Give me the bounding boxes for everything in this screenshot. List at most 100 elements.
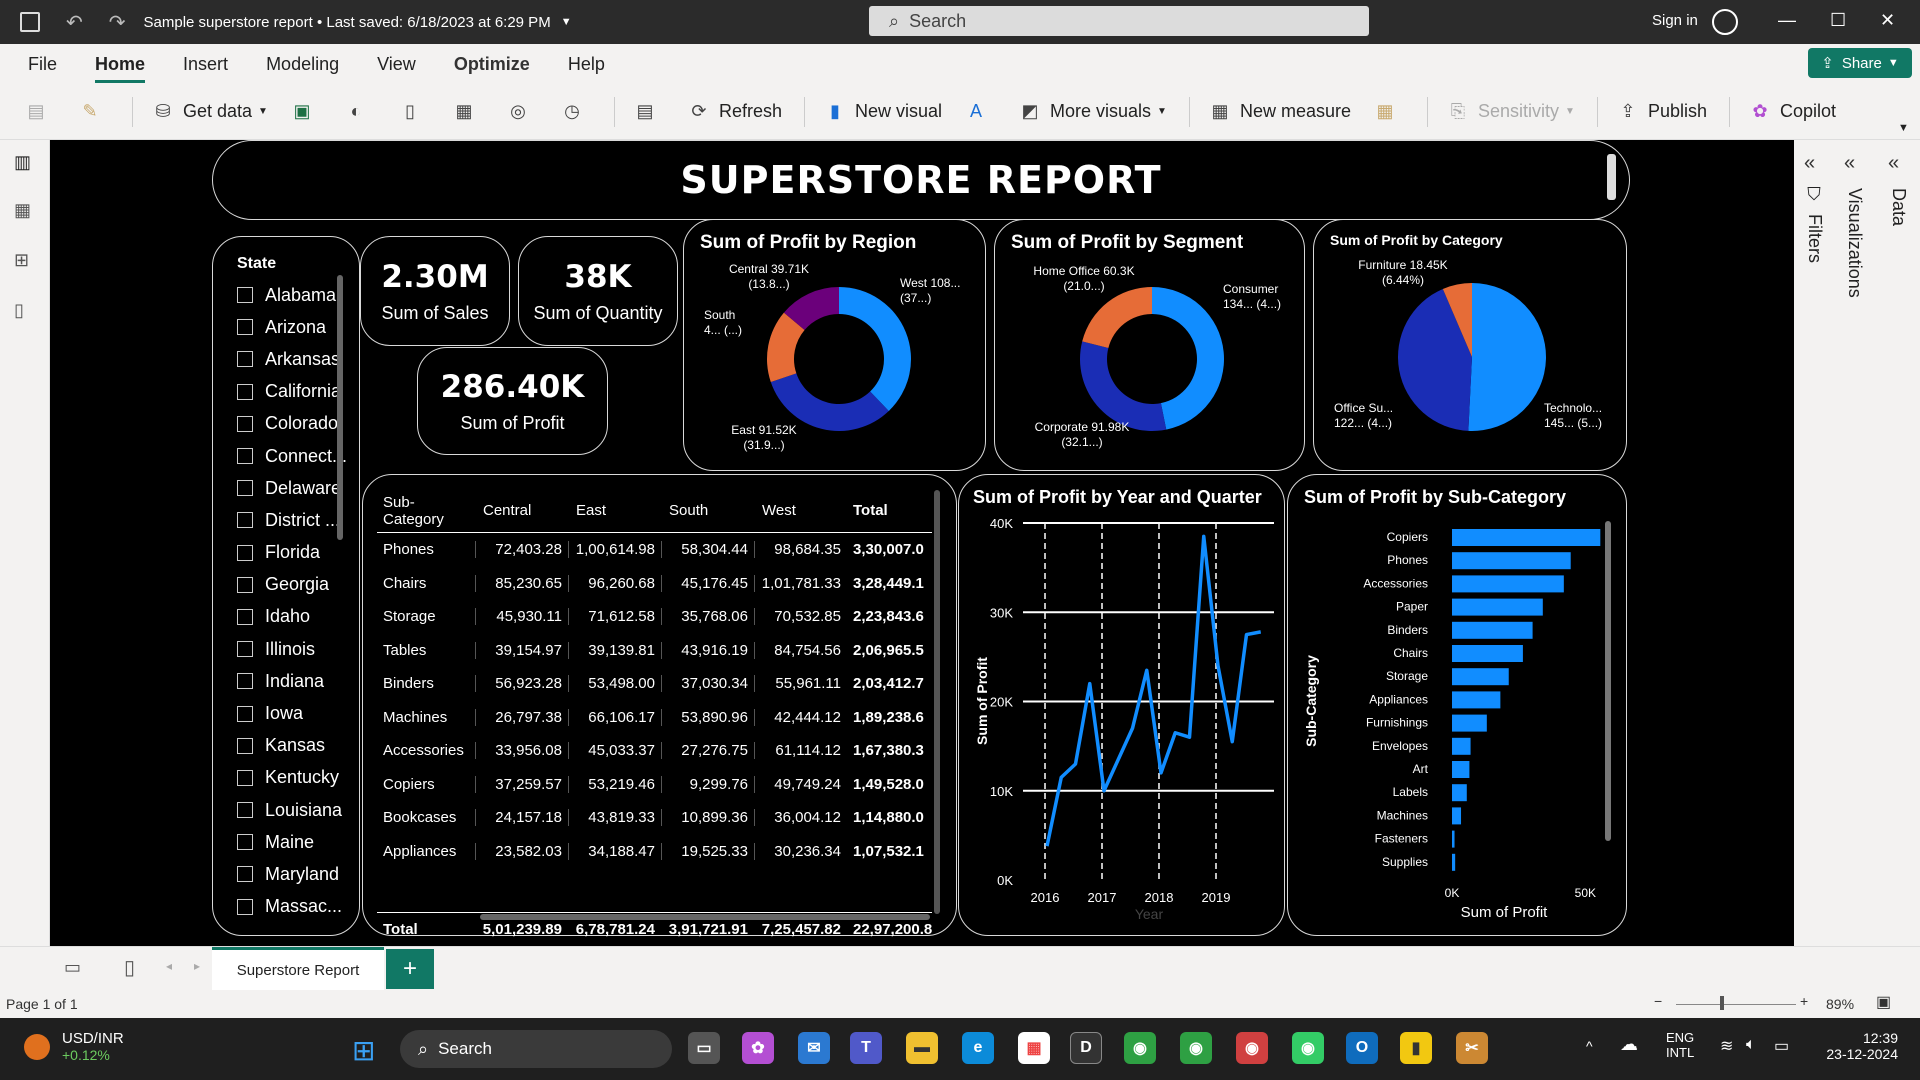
- slicer-item[interactable]: Maine: [237, 826, 347, 858]
- zoom-in-icon[interactable]: +: [1800, 993, 1808, 1009]
- table-view-icon[interactable]: ▦: [14, 200, 36, 222]
- pie-slice[interactable]: [1468, 283, 1546, 431]
- table-row[interactable]: Storage 45,930.11 71,612.58 35,768.06 70,532…: [377, 600, 932, 634]
- checkbox[interactable]: [237, 802, 253, 819]
- filter-icon[interactable]: ⛉: [1804, 186, 1825, 204]
- redo-icon[interactable]: ↷: [109, 10, 126, 35]
- checkbox[interactable]: [237, 673, 253, 690]
- bar[interactable]: [1452, 807, 1462, 825]
- scrollbar[interactable]: [1605, 521, 1611, 841]
- bar[interactable]: [1452, 575, 1564, 593]
- signin-button[interactable]: Sign in: [1652, 12, 1698, 29]
- bar[interactable]: [1452, 529, 1601, 546]
- start-icon[interactable]: ⊞: [352, 1034, 375, 1067]
- checkbox[interactable]: [237, 705, 253, 722]
- slicer-item[interactable]: Kansas: [237, 730, 347, 762]
- task-view-icon[interactable]: ▭: [688, 1032, 720, 1064]
- scrollbar[interactable]: [337, 275, 343, 540]
- undo-icon[interactable]: ↶: [66, 10, 83, 35]
- column-header[interactable]: Central: [475, 502, 568, 519]
- checkbox[interactable]: [237, 351, 253, 368]
- slicer-item[interactable]: Florida: [237, 537, 347, 569]
- language-indicator[interactable]: ENG INTL: [1666, 1030, 1694, 1060]
- checkbox[interactable]: [237, 544, 253, 561]
- close-icon[interactable]: ✕: [1880, 10, 1895, 31]
- mobile-layout-icon[interactable]: ▯: [124, 955, 135, 980]
- dataverse-button[interactable]: ◎: [506, 100, 538, 124]
- chevron-down-icon[interactable]: ▼: [1898, 122, 1909, 134]
- checkbox[interactable]: [237, 737, 253, 754]
- checkbox[interactable]: [237, 480, 253, 497]
- copilot-app-icon[interactable]: ✿: [742, 1032, 774, 1064]
- outlook-icon[interactable]: O: [1346, 1032, 1378, 1064]
- bar[interactable]: [1452, 552, 1571, 570]
- profit-by-category-chart[interactable]: Sum of Profit by Category Technolo... 14…: [1313, 219, 1627, 471]
- profit-by-region-chart[interactable]: Sum of Profit by Region West 108... (37.…: [683, 219, 986, 471]
- pie-slice[interactable]: [1082, 287, 1152, 348]
- pie-slice[interactable]: [1152, 287, 1224, 430]
- maximize-icon[interactable]: ☐: [1830, 10, 1846, 31]
- clock[interactable]: 12:39 23-12-2024: [1814, 1030, 1898, 1062]
- chrome-icon[interactable]: ◉: [1292, 1032, 1324, 1064]
- slicer-item[interactable]: Massac...: [237, 891, 347, 923]
- chrome-icon[interactable]: ◉: [1124, 1032, 1156, 1064]
- bar[interactable]: [1452, 784, 1467, 802]
- table-row[interactable]: Bookcases 24,157.18 43,819.33 10,899.36 36,0…: [377, 801, 932, 835]
- zoom-slider[interactable]: [1676, 1004, 1796, 1005]
- chevron-left-icon[interactable]: «: [1804, 152, 1815, 175]
- menu-home[interactable]: Home: [95, 48, 146, 83]
- battery-icon[interactable]: ▭: [1774, 1036, 1789, 1056]
- slicer-item[interactable]: Maryland: [237, 858, 347, 890]
- checkbox[interactable]: [237, 769, 253, 786]
- checkbox[interactable]: [237, 319, 253, 336]
- refresh-button[interactable]: ⟳ Refresh: [687, 100, 782, 124]
- table-row[interactable]: Tables 39,154.97 39,139.81 43,916.19 84,754.…: [377, 634, 932, 668]
- bar[interactable]: [1452, 737, 1471, 755]
- checkbox[interactable]: [237, 898, 253, 915]
- bar[interactable]: [1452, 830, 1455, 848]
- add-page-button[interactable]: +: [386, 949, 434, 989]
- slicer-item[interactable]: Indiana: [237, 665, 347, 697]
- bar[interactable]: [1452, 598, 1543, 616]
- paste-button[interactable]: ▤: [24, 100, 56, 124]
- table-row[interactable]: Appliances 23,582.03 34,188.47 19,525.33 30,…: [377, 835, 932, 869]
- format-painter-button[interactable]: ✎: [78, 100, 110, 124]
- table-row[interactable]: Phones 72,403.28 1,00,614.98 58,304.44 98,68…: [377, 533, 932, 567]
- store-icon[interactable]: ▦: [1018, 1032, 1050, 1064]
- slicer-item[interactable]: Colorado: [237, 408, 347, 440]
- slicer-item[interactable]: Connect...: [237, 440, 347, 472]
- dax-query-view-icon[interactable]: ▯: [14, 300, 36, 322]
- column-header-total[interactable]: Total: [847, 502, 932, 519]
- quick-measure-button[interactable]: ▦: [1373, 100, 1405, 124]
- menu-file[interactable]: File: [28, 48, 57, 81]
- bar[interactable]: [1452, 853, 1456, 871]
- slicer-item[interactable]: Arkansas: [237, 343, 347, 375]
- cloud-icon[interactable]: ☁: [1620, 1034, 1638, 1055]
- menu-insert[interactable]: Insert: [183, 48, 228, 81]
- excel-button[interactable]: ▣: [290, 100, 322, 124]
- table-row[interactable]: Binders 56,923.28 53,498.00 37,030.34 55,961…: [377, 667, 932, 701]
- taskbar-search[interactable]: ⌕ Search: [400, 1030, 672, 1068]
- model-view-icon[interactable]: ⊞: [14, 250, 36, 272]
- fit-to-page-icon[interactable]: ▣: [1876, 992, 1891, 1012]
- table-row[interactable]: Copiers 37,259.57 53,219.46 9,299.76 49,749.…: [377, 768, 932, 802]
- sensitivity-button[interactable]: ⎘ Sensitivity ▼: [1446, 100, 1575, 124]
- search-input[interactable]: ⌕ Search: [869, 6, 1369, 36]
- slicer-item[interactable]: California: [237, 376, 347, 408]
- bar[interactable]: [1452, 645, 1523, 662]
- table-row[interactable]: Machines 26,797.38 66,106.17 53,890.96 42,44…: [377, 701, 932, 735]
- bar[interactable]: [1452, 691, 1501, 709]
- mail-icon[interactable]: ✉: [798, 1032, 830, 1064]
- chevron-down-icon[interactable]: ▼: [561, 16, 572, 28]
- menu-modeling[interactable]: Modeling: [266, 48, 339, 81]
- minimize-icon[interactable]: —: [1778, 10, 1796, 31]
- series-line[interactable]: [1045, 534, 1262, 847]
- checkbox[interactable]: [237, 641, 253, 658]
- kpi-card-profit[interactable]: 286.40K Sum of Profit: [417, 347, 608, 455]
- checkbox[interactable]: [237, 512, 253, 529]
- table-row[interactable]: Accessories 33,956.08 45,033.37 27,276.75 61…: [377, 734, 932, 768]
- chrome-icon[interactable]: ◉: [1236, 1032, 1268, 1064]
- data-pane-tab[interactable]: Data: [1888, 188, 1909, 226]
- weather-widget[interactable]: USD/INR +0.12%: [24, 1030, 124, 1063]
- next-page-icon[interactable]: ▸: [194, 959, 200, 973]
